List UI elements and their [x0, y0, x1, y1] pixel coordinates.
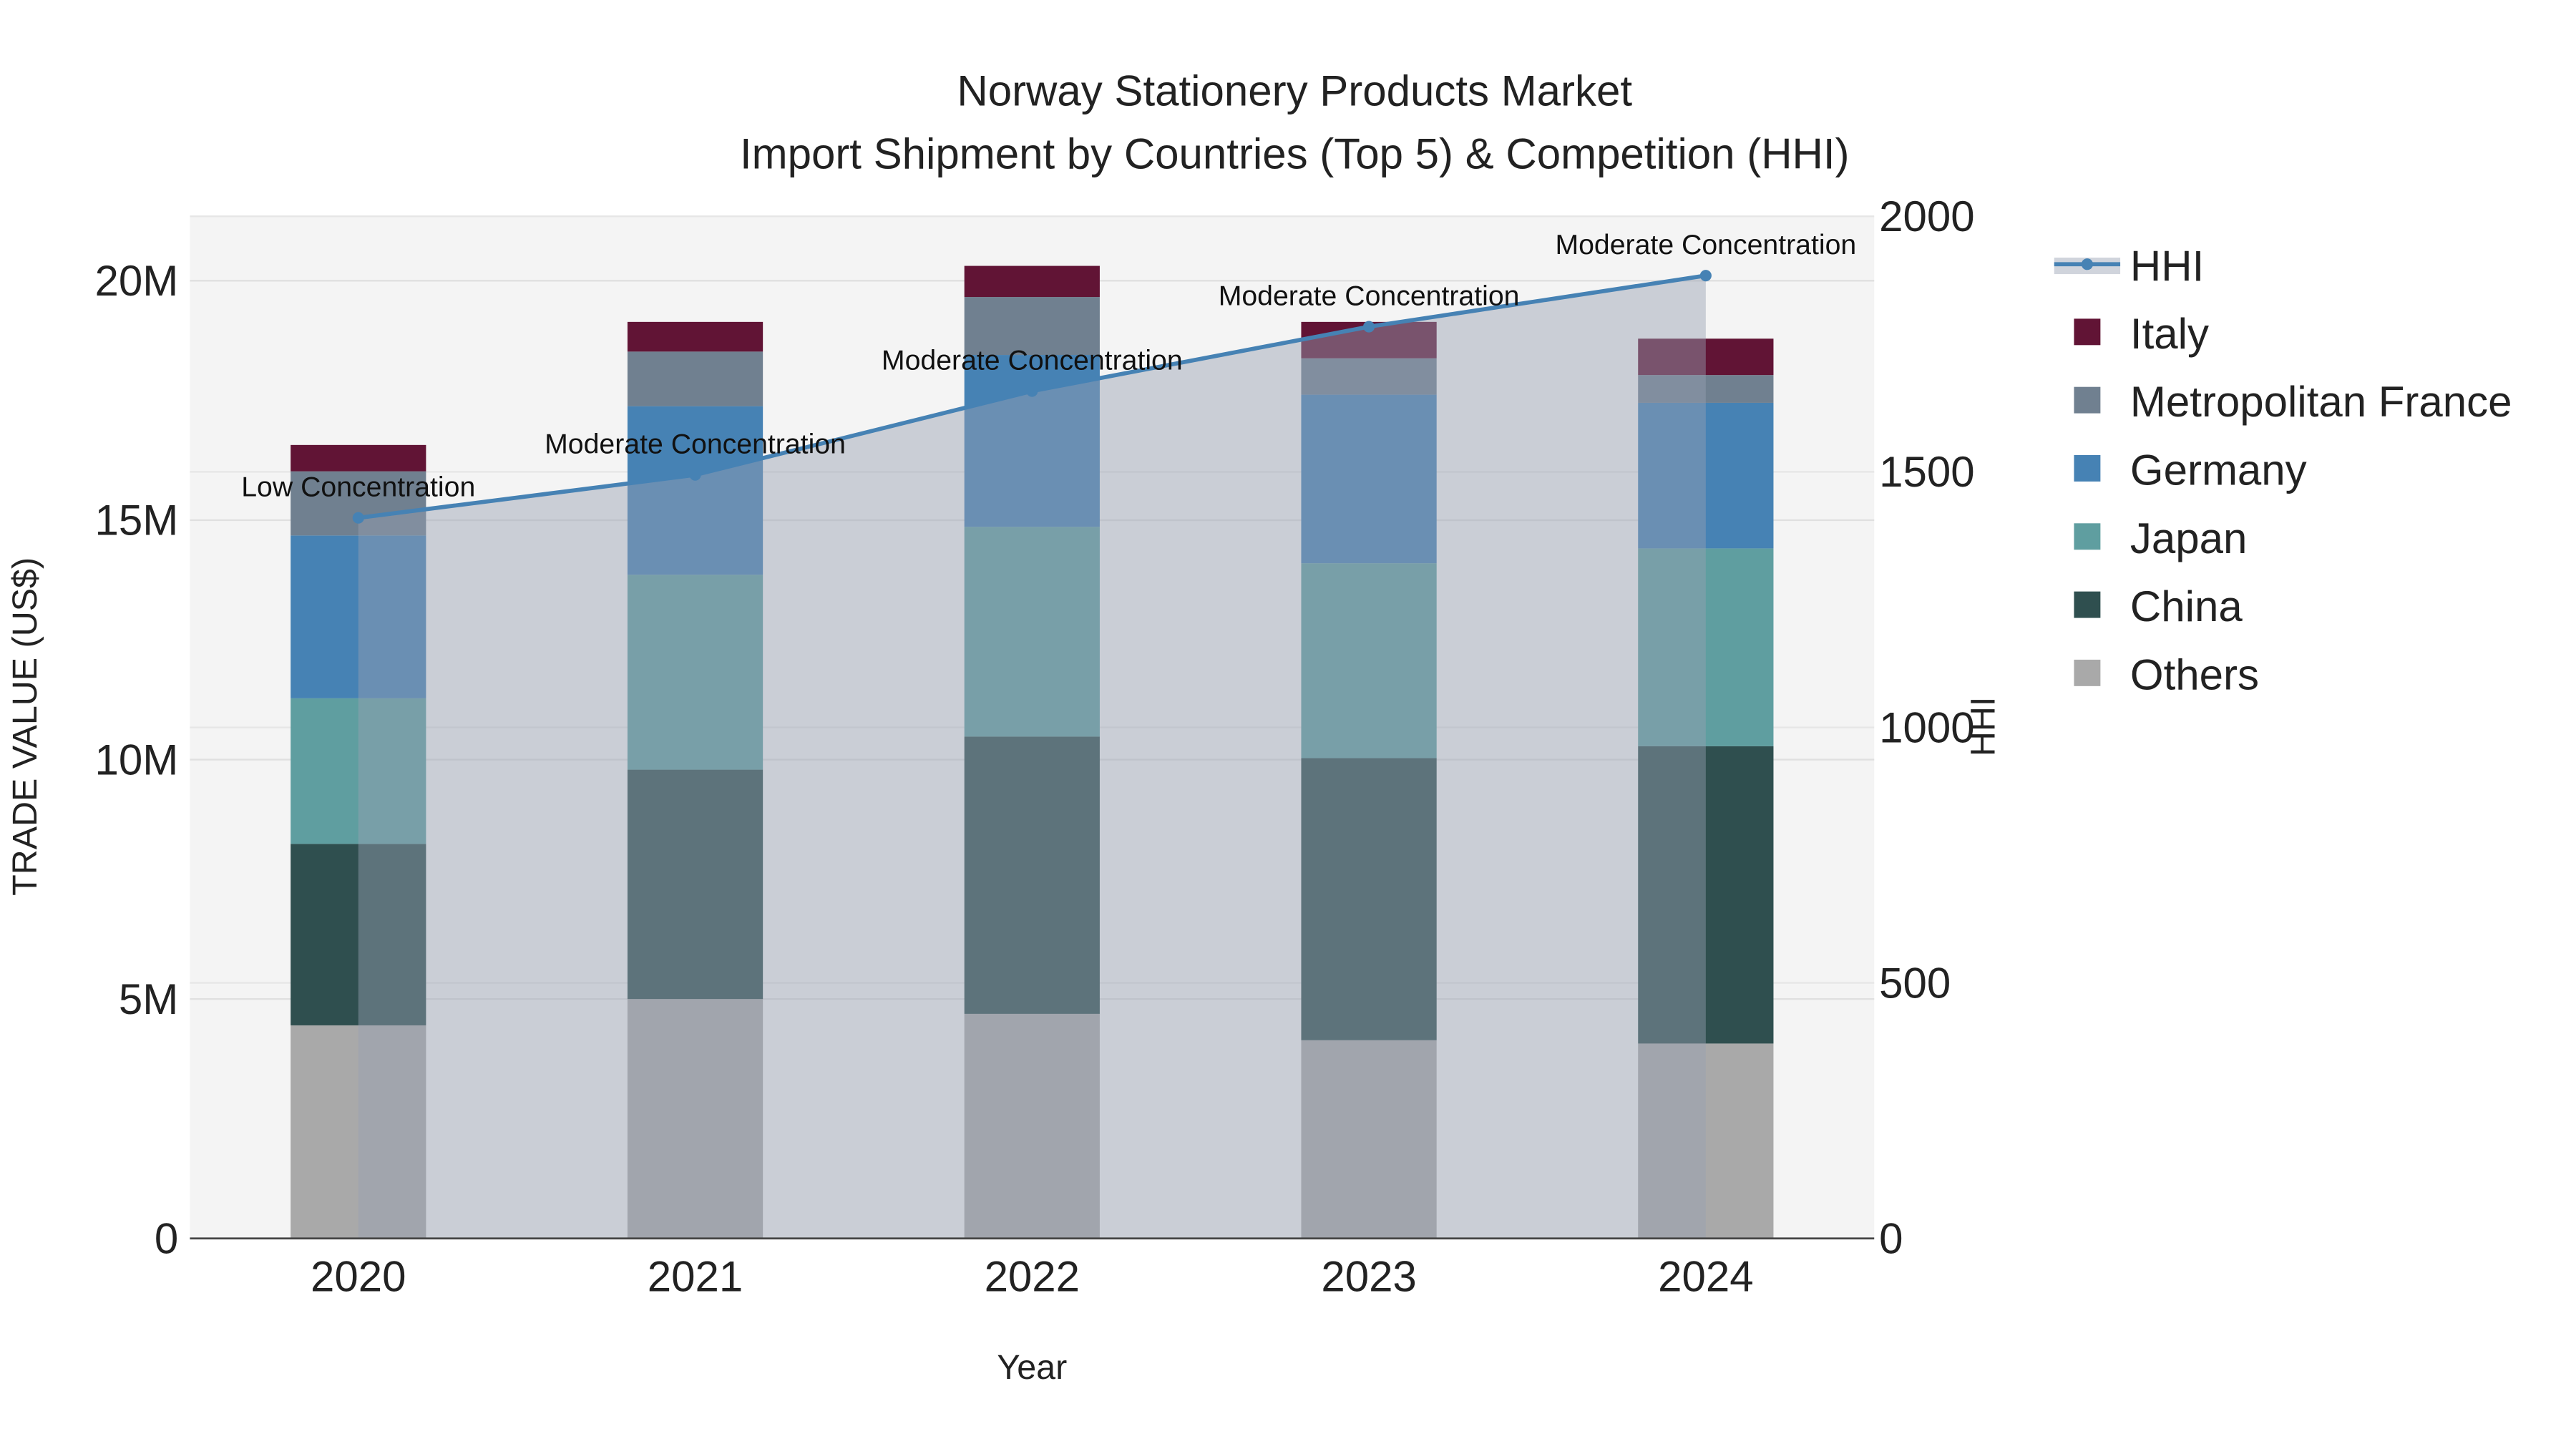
y-tick-label: 15M — [95, 497, 179, 545]
y-tick-label: 5M — [119, 975, 178, 1023]
legend: HHI Italy Metropolitan France Germany Japan C… — [2054, 242, 2512, 698]
legend-label: Germany — [2130, 447, 2307, 494]
y2-tick-label: 0 — [1879, 1215, 1903, 1263]
legend-label: Japan — [2130, 514, 2247, 562]
y-tick-label: 10M — [95, 736, 179, 784]
x-tick-label: 2024 — [1658, 1253, 1753, 1301]
x-tick-label: 2021 — [648, 1253, 743, 1301]
legend-item-germany: Germany — [2074, 447, 2307, 494]
legend-swatch — [2074, 523, 2101, 550]
x-tick-label: 2020 — [311, 1253, 406, 1301]
legend-label: China — [2130, 582, 2243, 630]
y-axis-label: TRADE VALUE (US$) — [6, 557, 44, 896]
legend-swatch — [2074, 659, 2101, 686]
bar-italy — [291, 444, 426, 472]
hhi-point — [1026, 385, 1038, 397]
hhi-annotation: Moderate Concentration — [545, 429, 846, 460]
hhi-point — [352, 512, 364, 524]
legend-item-china: China — [2074, 582, 2243, 630]
x-tick-label: 2022 — [985, 1253, 1080, 1301]
legend-swatch — [2074, 591, 2101, 618]
y-tick-label: 20M — [95, 257, 179, 305]
legend-label: Italy — [2130, 310, 2209, 358]
legend-swatch — [2074, 386, 2101, 414]
legend-item-others: Others — [2074, 650, 2259, 698]
bar-italy — [964, 265, 1100, 298]
x-tick-label: 2023 — [1321, 1253, 1416, 1301]
y-tick-label: 0 — [155, 1215, 178, 1263]
hhi-point — [1363, 321, 1375, 333]
legend-item-italy: Italy — [2074, 310, 2209, 358]
y2-tick-label: 1500 — [1879, 448, 1974, 496]
hhi-annotation: Moderate Concentration — [882, 345, 1183, 376]
chart: Norway Stationery Products Market Import… — [6, 67, 2512, 1387]
legend-item-japan: Japan — [2074, 514, 2247, 562]
legend-item-metropolitan-france: Metropolitan France — [2074, 378, 2512, 426]
legend-label: HHI — [2130, 242, 2204, 290]
chart-title: Norway Stationery Products Market — [957, 67, 1632, 115]
legend-swatch — [2074, 318, 2101, 346]
legend-item-hhi: HHI — [2054, 242, 2204, 290]
bar-italy — [627, 321, 763, 352]
y2-axis-label: HHI — [1964, 697, 2003, 756]
hhi-annotation: Low Concentration — [241, 472, 475, 503]
hhi-annotation: Moderate Concentration — [1219, 280, 1520, 312]
hhi-point — [1699, 270, 1712, 282]
y2-tick-label: 1000 — [1879, 703, 1974, 751]
legend-swatch — [2074, 455, 2101, 482]
legend-label: Metropolitan France — [2130, 378, 2512, 426]
legend-label: Others — [2130, 650, 2259, 698]
hhi-annotation: Moderate Concentration — [1555, 229, 1856, 260]
y2-tick-label: 500 — [1879, 959, 1951, 1007]
legend-swatch-hhi-point — [2081, 258, 2093, 270]
bar-metropolitan-france — [627, 351, 763, 406]
y2-tick-label: 2000 — [1879, 192, 1974, 240]
x-axis-label: Year — [997, 1348, 1067, 1387]
chart-subtitle: Import Shipment by Countries (Top 5) & C… — [740, 130, 1850, 177]
hhi-point — [689, 469, 701, 481]
